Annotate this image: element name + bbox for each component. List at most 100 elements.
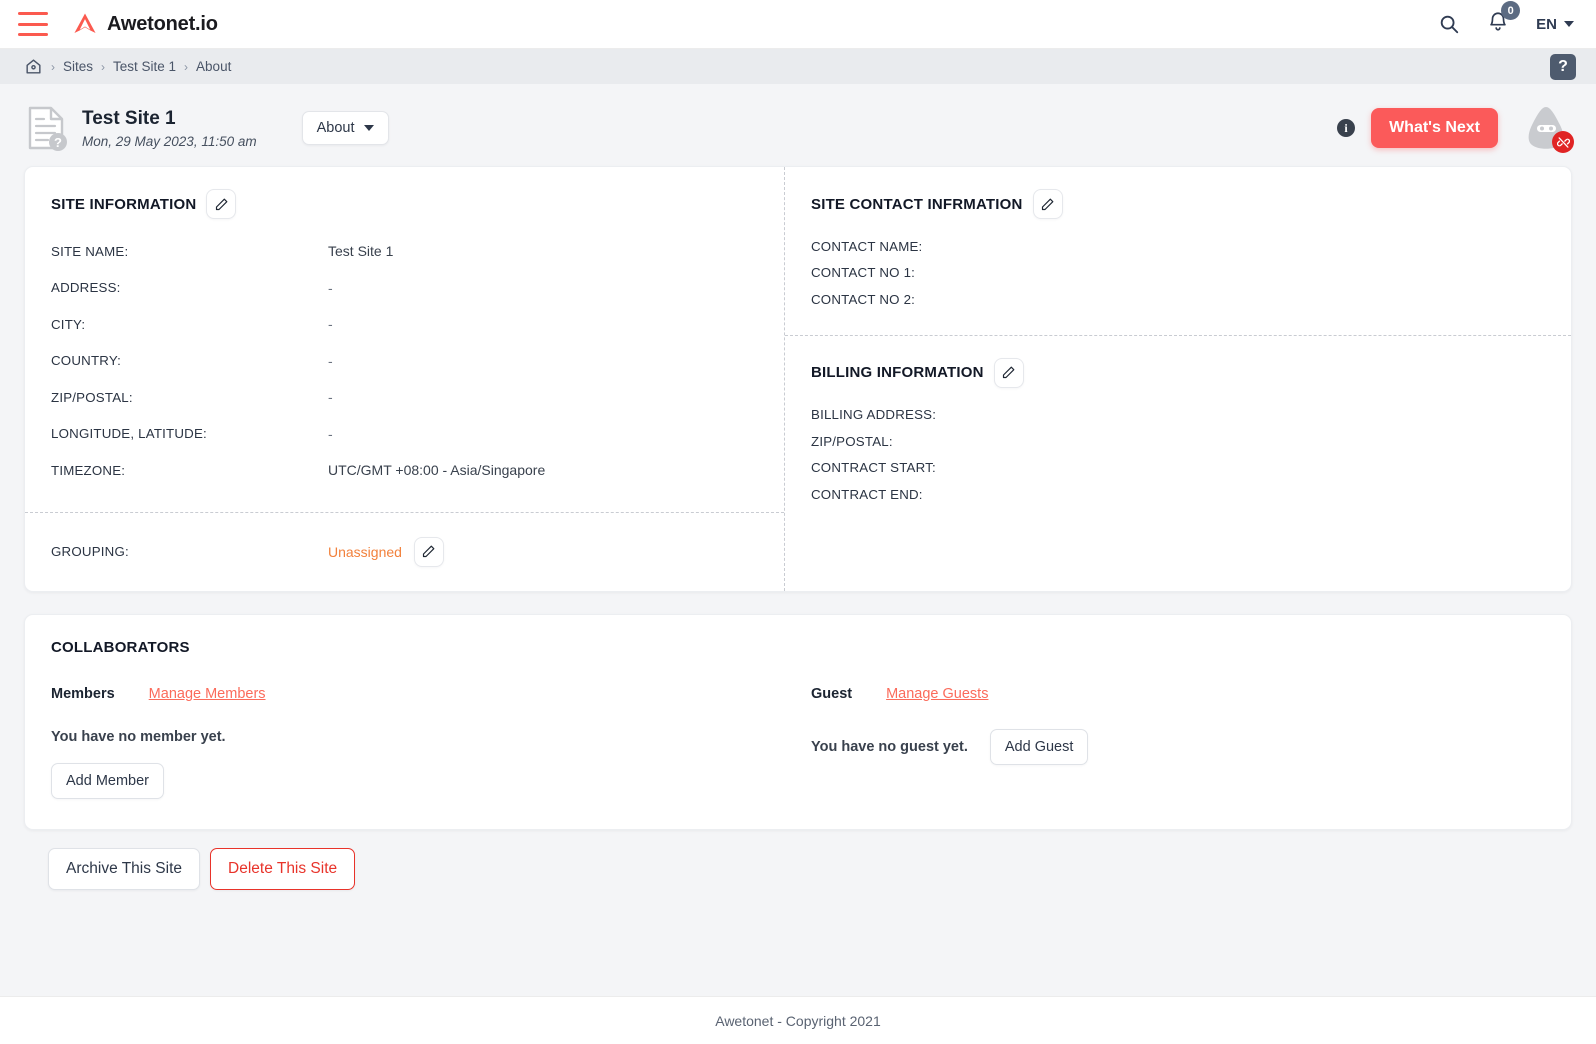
notifications-button[interactable]: 0: [1487, 1, 1521, 38]
site-contact-title: SITE CONTACT INFRMATION: [811, 195, 1023, 213]
language-selector[interactable]: EN: [1536, 16, 1574, 33]
whats-next-button[interactable]: What's Next: [1371, 108, 1498, 148]
site-contact-header: SITE CONTACT INFRMATION: [785, 167, 1571, 223]
language-label: EN: [1536, 15, 1557, 33]
row-value: -: [328, 316, 333, 333]
breadcrumb-separator-0: ›: [51, 59, 55, 74]
add-member-button[interactable]: Add Member: [51, 762, 165, 799]
row-label: ADDRESS:: [51, 280, 121, 296]
search-icon[interactable]: [1438, 13, 1460, 35]
help-button[interactable]: ?: [1550, 53, 1576, 80]
breadcrumb-item-test-site-1[interactable]: Test Site 1: [113, 59, 176, 74]
site-contact-section: SITE CONTACT INFRMATION CONTACT NAME: CO…: [785, 167, 1571, 313]
grouping-section: GROUPING: Unassigned: [25, 513, 784, 591]
notification-count-badge: 0: [1501, 1, 1521, 20]
info-icon[interactable]: i: [1337, 119, 1356, 137]
edit-billing-information-button[interactable]: [993, 357, 1024, 388]
top-navigation-bar: Awetonet.io 0 EN: [0, 0, 1596, 49]
row-label: COUNTRY:: [51, 353, 122, 369]
row-label: CONTACT NO 2:: [811, 291, 916, 307]
members-empty-row: You have no member yet.: [51, 729, 811, 745]
about-dropdown-label: About: [316, 120, 355, 136]
collaborators-grid: Members Manage Members You have no membe…: [51, 686, 1545, 799]
chevron-down-icon: [1564, 21, 1574, 27]
billing-information-header: BILLING INFORMATION: [785, 336, 1571, 392]
broken-link-badge: [1552, 131, 1574, 153]
billing-row: CONTRACT END:: [811, 481, 1545, 508]
archive-site-button[interactable]: Archive This Site: [48, 847, 201, 890]
site-information-rows: SITE NAME: Test Site 1 ADDRESS: - CITY: …: [25, 223, 784, 489]
site-actions: Archive This Site Delete This Site: [24, 830, 1572, 890]
row-label: CONTRACT END:: [811, 486, 923, 502]
site-information-header: SITE INFORMATION: [25, 167, 784, 223]
contact-row: CONTACT NO 1:: [811, 260, 1545, 287]
collaborators-card: COLLABORATORS Members Manage Members You…: [24, 613, 1572, 830]
top-nav-actions: 0 EN: [1438, 1, 1574, 38]
row-label: CITY:: [51, 316, 86, 332]
site-info-row: ADDRESS: -: [51, 270, 758, 307]
edit-site-information-button[interactable]: [206, 189, 237, 219]
edit-grouping-button[interactable]: [413, 536, 444, 567]
document-question-icon: ?: [24, 104, 68, 152]
page-header-actions: i What's Next: [1337, 105, 1574, 153]
site-contact-and-billing-section: SITE CONTACT INFRMATION CONTACT NAME: CO…: [785, 167, 1571, 591]
billing-row: BILLING ADDRESS:: [811, 402, 1545, 429]
pencil-icon: [1003, 366, 1015, 379]
grouping-label: GROUPING:: [51, 544, 129, 559]
contact-row: CONTACT NAME:: [811, 233, 1545, 260]
site-details-card: SITE INFORMATION SITE NAME: Test Site 1 …: [24, 166, 1572, 592]
row-label: ZIP/POSTAL:: [51, 389, 133, 405]
brand-logo[interactable]: Awetonet.io: [72, 11, 218, 37]
site-information-section: SITE INFORMATION SITE NAME: Test Site 1 …: [25, 167, 785, 591]
site-info-row: TIMEZONE: UTC/GMT +08:00 - Asia/Singapor…: [51, 452, 758, 489]
home-icon[interactable]: [24, 57, 43, 76]
mascot-avatar[interactable]: [1520, 105, 1574, 153]
row-label: ZIP/POSTAL:: [811, 433, 893, 449]
members-column: Members Manage Members You have no membe…: [51, 686, 811, 799]
site-info-row: ZIP/POSTAL: -: [51, 379, 758, 416]
pencil-icon: [423, 545, 435, 558]
members-empty-text: You have no member yet.: [51, 728, 226, 745]
row-value: UTC/GMT +08:00 - Asia/Singapore: [328, 462, 546, 479]
about-dropdown[interactable]: About: [301, 111, 389, 145]
guest-column: Guest Manage Guests You have no guest ye…: [811, 686, 1545, 799]
site-information-title: SITE INFORMATION: [51, 195, 197, 213]
billing-row: ZIP/POSTAL:: [811, 428, 1545, 455]
site-info-row: LONGITUDE, LATITUDE: -: [51, 416, 758, 453]
row-value: -: [328, 425, 333, 442]
members-label: Members: [51, 685, 115, 702]
row-label: SITE NAME:: [51, 243, 129, 259]
delete-site-button[interactable]: Delete This Site: [210, 847, 356, 890]
grouping-row: GROUPING: Unassigned: [51, 536, 758, 567]
pencil-icon: [215, 198, 228, 210]
row-value: Test Site 1: [328, 243, 394, 260]
page-title: Test Site 1: [82, 108, 176, 130]
row-value: -: [328, 279, 333, 296]
guest-header: Guest Manage Guests: [811, 686, 1545, 702]
edit-site-contact-button[interactable]: [1032, 189, 1063, 219]
breadcrumb-separator-1: ›: [101, 59, 106, 74]
billing-row: CONTRACT START:: [811, 455, 1545, 482]
svg-text:?: ?: [54, 135, 62, 150]
site-info-row: CITY: -: [51, 306, 758, 343]
row-label: TIMEZONE:: [51, 462, 126, 478]
add-guest-button[interactable]: Add Guest: [989, 728, 1089, 765]
row-label: CONTRACT START:: [811, 460, 936, 476]
breadcrumb-item-sites[interactable]: Sites: [63, 59, 93, 74]
row-label: LONGITUDE, LATITUDE:: [51, 426, 207, 442]
page-title-block: Test Site 1 Mon, 29 May 2023, 11:50 am: [82, 107, 257, 149]
site-contact-rows: CONTACT NAME: CONTACT NO 1: CONTACT NO 2…: [785, 223, 1571, 313]
page-header: ? Test Site 1 Mon, 29 May 2023, 11:50 am…: [0, 84, 1596, 166]
hamburger-menu-icon[interactable]: [18, 12, 48, 36]
billing-information-section: BILLING INFORMATION BILLING ADDRESS: ZIP…: [785, 336, 1571, 508]
guest-empty-row: You have no guest yet. Add Guest: [811, 728, 1545, 765]
breadcrumb-item-about[interactable]: About: [196, 59, 231, 74]
billing-information-title: BILLING INFORMATION: [811, 364, 984, 381]
contact-row: CONTACT NO 2:: [811, 286, 1545, 313]
manage-guests-link[interactable]: Manage Guests: [886, 686, 988, 702]
footer-copyright: Awetonet - Copyright 2021: [715, 1012, 881, 1029]
row-value: -: [328, 389, 333, 406]
manage-members-link[interactable]: Manage Members: [149, 686, 266, 702]
row-label: CONTACT NAME:: [811, 238, 923, 254]
breadcrumb-separator-2: ›: [184, 59, 189, 74]
